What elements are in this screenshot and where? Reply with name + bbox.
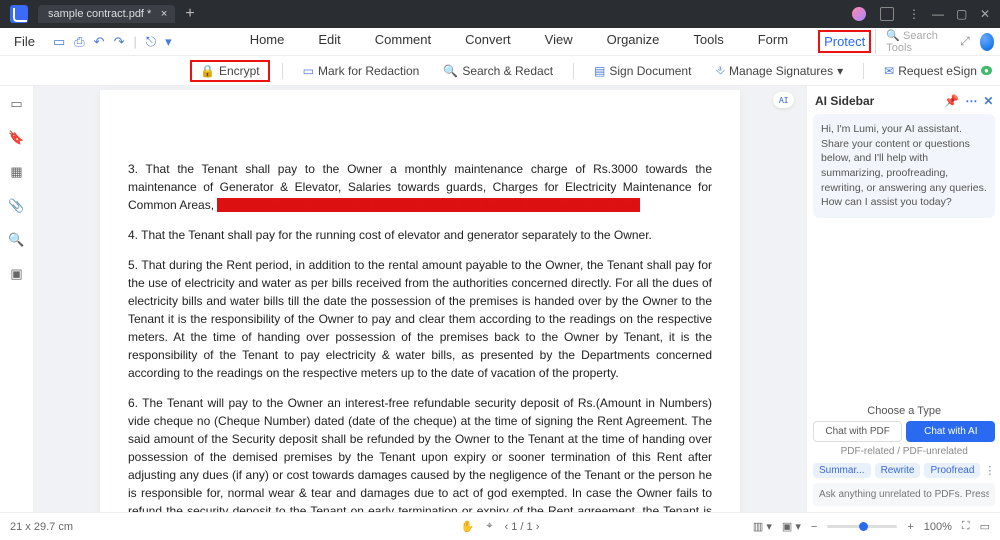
menu-form[interactable]: Form xyxy=(754,30,792,53)
esign-icon: ✉ xyxy=(884,64,894,78)
hand-tool-icon[interactable]: ✋ xyxy=(461,520,475,533)
menu-convert[interactable]: Convert xyxy=(461,30,515,53)
ai-button[interactable]: ᴀɪ xyxy=(773,92,794,108)
request-esign-button[interactable]: ✉Request eSign● xyxy=(876,62,1000,80)
document-canvas[interactable]: ᴀɪ 3. That the Tenant shall pay to the O… xyxy=(34,86,806,540)
zoom-in-icon[interactable]: + xyxy=(907,521,913,533)
chat-note: PDF-related / PDF-unrelated xyxy=(813,446,995,457)
chat-ai-button[interactable]: Chat with AI xyxy=(906,421,995,442)
document-tab[interactable]: sample contract.pdf *× xyxy=(38,5,175,23)
sidebar-close-icon[interactable]: ✕ xyxy=(983,94,993,108)
fit-icon[interactable]: ▣ ▾ xyxy=(782,520,801,533)
search-redact-button[interactable]: 🔍Search & Redact xyxy=(435,62,561,80)
search-panel-icon[interactable]: 🔍 xyxy=(8,232,24,248)
status-bar: 21 x 29.7 cm ✋ ⌖ ‹ 1 / 1 › ▥ ▾ ▣ ▾ − + 1… xyxy=(0,512,1000,540)
sidebar-pin-icon[interactable]: 📌 xyxy=(944,94,959,108)
account-icon[interactable] xyxy=(980,33,994,51)
maximize-icon[interactable]: ▢ xyxy=(956,7,966,21)
sign-document-button[interactable]: ▤Sign Document xyxy=(586,62,699,80)
share-icon[interactable]: ⎋ xyxy=(146,34,156,50)
sidebar-more-icon[interactable]: ⋯ xyxy=(965,94,977,108)
user-avatar[interactable] xyxy=(852,7,866,21)
app-logo xyxy=(10,5,28,23)
menu-home[interactable]: Home xyxy=(246,30,289,53)
menu-protect[interactable]: Protect xyxy=(818,30,871,53)
zoom-value[interactable]: 100% xyxy=(924,521,952,533)
redacted-text: Charges towards cleaning of Common Areas… xyxy=(217,198,640,212)
save-icon[interactable]: ▭ xyxy=(53,34,65,50)
read-mode-icon[interactable]: ▭ xyxy=(980,520,990,533)
search-redact-icon: 🔍 xyxy=(443,64,458,78)
chat-pdf-button[interactable]: Chat with PDF xyxy=(813,421,902,442)
left-panel: ▭ 🔖 ▦ 📎 🔍 ▣ ? xyxy=(0,86,34,540)
view-mode-icon[interactable]: ▥ ▾ xyxy=(753,520,772,533)
chip-more-icon[interactable]: ⋮ xyxy=(984,464,995,477)
undo-icon[interactable]: ↶ xyxy=(94,34,105,50)
bookmarks-icon[interactable]: 🔖 xyxy=(8,130,24,146)
choose-type-label: Choose a Type xyxy=(813,405,995,417)
attachments-icon[interactable]: 📎 xyxy=(8,198,24,214)
chip-proofread[interactable]: Proofread xyxy=(924,463,980,478)
close-window-icon[interactable]: ✕ xyxy=(980,7,990,21)
redo-icon[interactable]: ↷ xyxy=(114,34,125,50)
dropdown-icon[interactable]: ▾ xyxy=(165,34,172,50)
fields-icon[interactable]: ▣ xyxy=(10,266,22,282)
sign-icon: ▤ xyxy=(594,64,605,78)
menu-bar: File ▭ ⎙ ↶ ↷ | ⎋ ▾ Home Edit Comment Con… xyxy=(0,28,1000,56)
manage-signatures-button[interactable]: ⎀Manage Signatures ▾ xyxy=(707,61,851,80)
select-tool-icon[interactable]: ⌖ xyxy=(486,520,492,533)
window-icon[interactable] xyxy=(880,7,894,21)
ai-greeting: Hi, I'm Lumi, your AI assistant. Share y… xyxy=(813,114,995,218)
menu-organize[interactable]: Organize xyxy=(603,30,664,53)
title-bar: sample contract.pdf *× + ⋮ — ▢ ✕ xyxy=(0,0,1000,28)
search-tools[interactable]: 🔍 Search Tools xyxy=(875,29,950,54)
close-tab-icon[interactable]: × xyxy=(161,8,167,20)
page-nav[interactable]: ‹ 1 / 1 › xyxy=(505,521,540,533)
mark-redaction-button[interactable]: ▭Mark for Redaction xyxy=(295,62,428,80)
zoom-slider[interactable] xyxy=(827,525,897,528)
pdf-page[interactable]: 3. That the Tenant shall pay to the Owne… xyxy=(100,90,740,540)
chip-rewrite[interactable]: Rewrite xyxy=(875,463,921,478)
minimize-icon[interactable]: — xyxy=(932,7,942,21)
menu-tools[interactable]: Tools xyxy=(689,30,727,53)
lock-icon: 🔒 xyxy=(200,64,215,78)
menu-comment[interactable]: Comment xyxy=(371,30,435,53)
thumbnails-icon[interactable]: ▭ xyxy=(10,96,22,112)
protect-toolbar: 🔒Encrypt ▭Mark for Redaction 🔍Search & R… xyxy=(0,56,1000,86)
fullscreen-icon[interactable]: ⛶ xyxy=(962,520,970,533)
ai-sidebar: AI Sidebar 📌 ⋯ ✕ Hi, I'm Lumi, your AI ass… xyxy=(806,86,1000,540)
chip-summarize[interactable]: Summar... xyxy=(813,463,871,478)
redact-icon: ▭ xyxy=(303,64,314,78)
menu-view[interactable]: View xyxy=(541,30,577,53)
sidebar-title: AI Sidebar xyxy=(815,94,874,108)
print-icon[interactable]: ⎙ xyxy=(74,34,84,50)
layers-icon[interactable]: ▦ xyxy=(10,164,22,180)
signature-icon: ⎀ xyxy=(715,63,725,78)
zoom-out-icon[interactable]: − xyxy=(811,521,817,533)
expand-icon[interactable]: ⤢ xyxy=(960,34,970,49)
encrypt-button[interactable]: 🔒Encrypt xyxy=(190,60,270,82)
menu-edit[interactable]: Edit xyxy=(314,30,344,53)
ai-prompt-input[interactable] xyxy=(813,483,995,506)
file-menu[interactable]: File xyxy=(6,34,43,49)
more-icon[interactable]: ⋮ xyxy=(908,7,918,21)
page-dimensions: 21 x 29.7 cm xyxy=(10,521,73,533)
new-tab-button[interactable]: + xyxy=(185,5,194,23)
